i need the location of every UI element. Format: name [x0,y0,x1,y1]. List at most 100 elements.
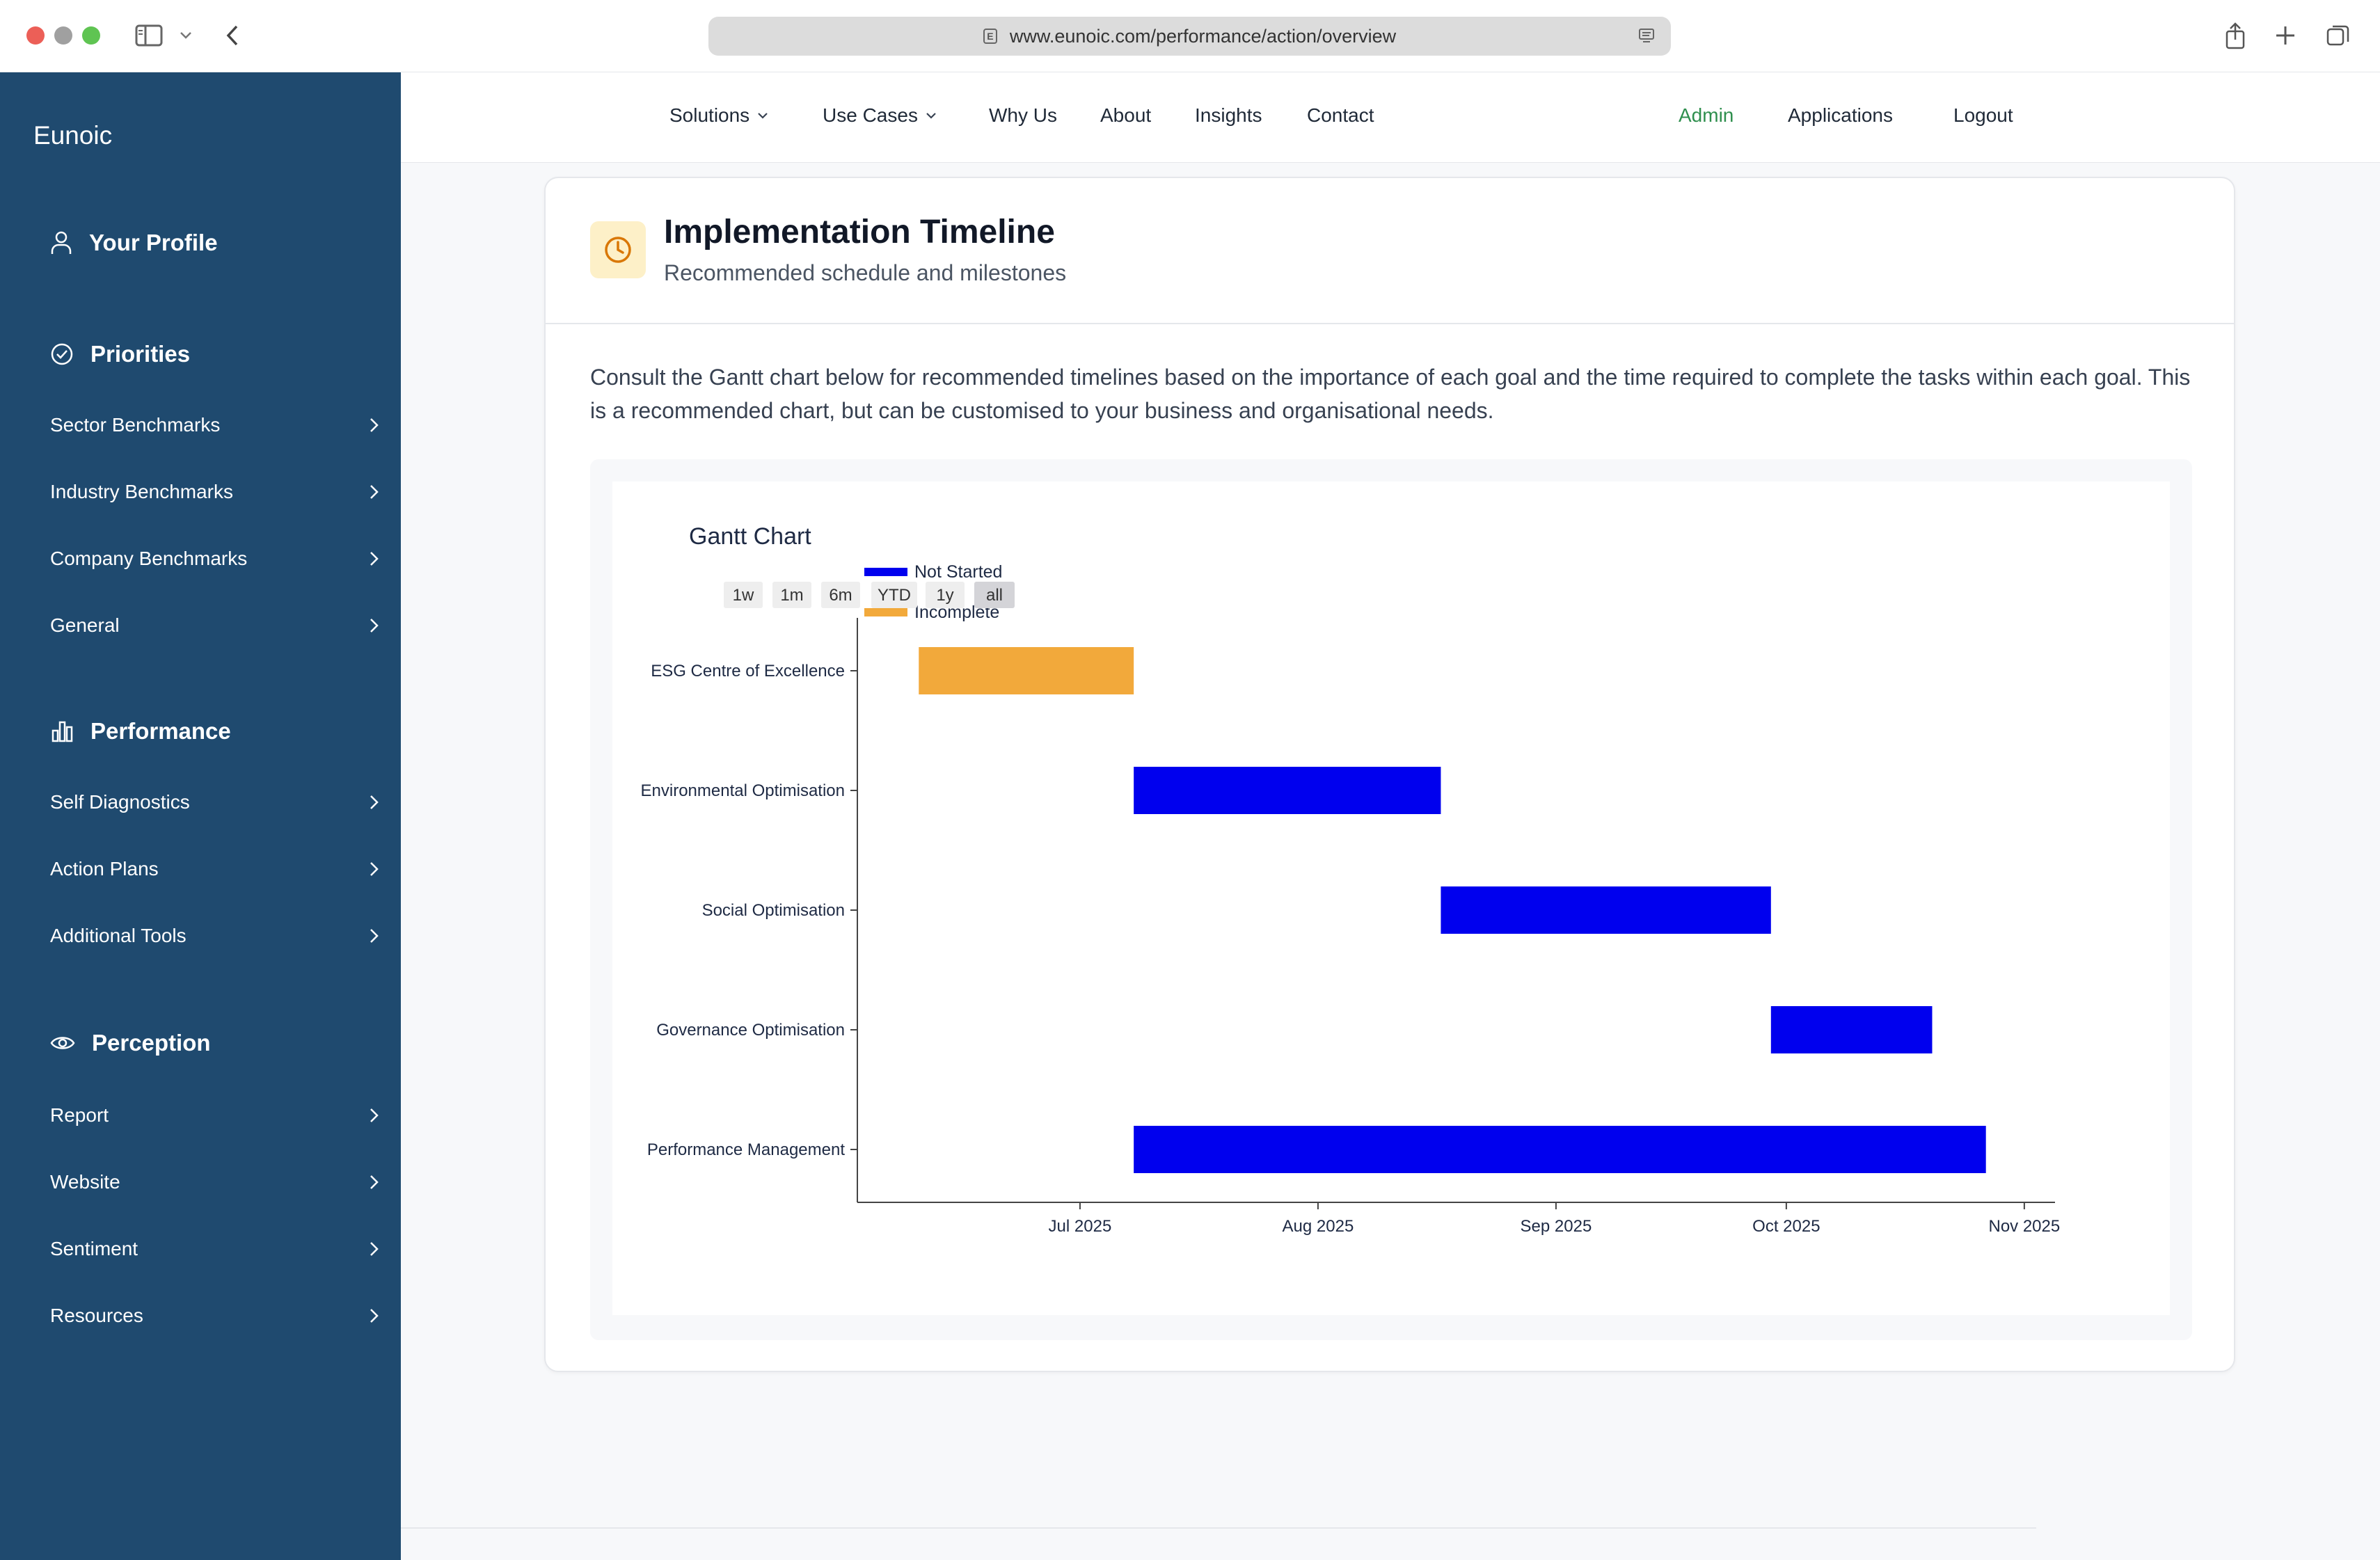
x-tick-label: Aug 2025 [1283,1217,1354,1236]
top-navigation: Solutions Use Cases Why Us About Insight… [401,72,2380,163]
implementation-timeline-card: Implementation Timeline Recommended sche… [544,177,2235,1372]
eye-icon [50,1037,75,1049]
sidebar-item-label: Action Plans [50,858,159,880]
nav-insights-link[interactable]: Insights [1195,104,1262,127]
chevron-right-icon [370,1309,379,1323]
tab-overview-icon[interactable] [2326,19,2351,51]
chevron-right-icon [370,485,379,499]
share-icon[interactable] [2224,19,2246,51]
card-header: Implementation Timeline Recommended sche… [546,178,2234,324]
maximize-window-button[interactable] [82,26,100,45]
sidebar-section-priorities[interactable]: Priorities [50,341,190,367]
x-tick-label: Oct 2025 [1752,1217,1820,1236]
address-bar[interactable]: E www.eunoic.com/performance/action/over… [708,17,1671,56]
bar-chart-icon [51,721,73,742]
gantt-chart-svg: Gantt ChartNot StartedIncomplete1w 1m 6m YT… [641,523,2061,1236]
range-button-label: 6m [829,586,852,605]
check-circle-icon [51,343,73,365]
sidebar-item-self-diagnostics[interactable]: Self Diagnostics [50,785,383,820]
close-window-button[interactable] [26,26,45,45]
chevron-down-icon[interactable] [180,19,192,51]
range-button-label: 1w [733,586,754,605]
nav-label: Solutions [669,104,750,126]
chart-title: Gantt Chart [689,523,811,550]
clock-icon [590,221,646,278]
minimize-window-button[interactable] [54,26,72,45]
range-button-label: all [986,586,1003,605]
sidebar-item-action-plans[interactable]: Action Plans [50,852,383,886]
range-button-label: 1y [936,586,953,605]
sidebar-item-label: Self Diagnostics [50,791,190,813]
sidebar-item-label: Resources [50,1305,143,1326]
chevron-right-icon [370,1108,379,1122]
gantt-bar[interactable] [1134,767,1441,814]
back-arrow-icon[interactable] [225,19,239,51]
sidebar-section-perception[interactable]: Perception [50,1030,211,1056]
sidebar: Eunoic Your Profile Priorities Sector Be… [0,72,401,1560]
y-tick-label: Governance Optimisation [656,1021,845,1040]
y-tick-label: Social Optimisation [702,901,845,920]
nav-label: Use Cases [823,104,918,126]
new-tab-plus-icon[interactable] [2274,19,2296,51]
chevron-right-icon [370,418,379,432]
nav-use-cases-dropdown[interactable]: Use Cases [823,104,937,127]
site-favicon-icon: E [983,29,997,44]
user-icon [51,231,72,254]
chevron-right-icon [370,1175,379,1189]
card-title: Implementation Timeline [664,214,1055,250]
gantt-chart: Gantt Chart Not Started Incomplete 1w 1m 6m YT… [612,481,2170,1315]
reader-mode-icon[interactable] [1637,27,1656,50]
card-subtitle: Recommended schedule and milestones [664,260,1067,285]
sidebar-item-label: Sentiment [50,1238,138,1259]
nav-applications-link[interactable]: Applications [1788,104,1893,127]
chevron-right-icon [370,862,379,876]
range-button-label: 1m [780,586,803,605]
nav-why-us-link[interactable]: Why Us [989,104,1057,127]
sidebar-item-label: Additional Tools [50,925,187,946]
gantt-bar[interactable] [1134,1126,1986,1173]
sidebar-item-additional-tools[interactable]: Additional Tools [50,918,383,953]
sidebar-item-sentiment[interactable]: Sentiment [50,1232,383,1266]
x-tick-label: Nov 2025 [1988,1217,2060,1236]
browser-toolbar: E www.eunoic.com/performance/action/over… [0,0,2380,72]
x-tick-label: Jul 2025 [1049,1217,1112,1236]
card-description: Consult the Gantt chart below for recomm… [590,365,2191,423]
sidebar-item-website[interactable]: Website [50,1165,383,1200]
legend-swatch [864,608,907,616]
chevron-down-icon [926,113,936,119]
sidebar-section-label: Priorities [90,341,191,367]
sidebar-item-report[interactable]: Report [50,1098,383,1133]
chevron-down-icon [758,113,768,119]
chevron-right-icon [370,552,379,566]
nav-logout-link[interactable]: Logout [1953,104,2013,127]
chevron-right-icon [370,1242,379,1256]
url-text: www.eunoic.com/performance/action/overvi… [1009,25,1397,47]
gantt-bar[interactable] [1770,1006,1933,1053]
sidebar-item-your-profile[interactable]: Your Profile [50,230,218,256]
sidebar-item-industry-benchmarks[interactable]: Industry Benchmarks [50,475,383,509]
gantt-bar[interactable] [1441,886,1771,934]
gantt-bar[interactable] [919,647,1134,694]
y-tick-label: Environmental Optimisation [641,781,845,800]
nav-admin-link[interactable]: Admin [1679,104,1734,127]
nav-contact-link[interactable]: Contact [1307,104,1374,127]
nav-about-link[interactable]: About [1100,104,1151,127]
legend-swatch [864,568,907,576]
chart-container: Gantt Chart Not Started Incomplete 1w 1m 6m YT… [590,459,2192,1340]
sidebar-item-general[interactable]: General [50,608,383,643]
y-tick-label: ESG Centre of Excellence [651,662,845,680]
brand-logo-text[interactable]: Eunoic [33,121,112,150]
sidebar-item-label: Report [50,1104,109,1126]
sidebar-section-performance[interactable]: Performance [50,718,231,745]
sidebar-toggle-icon[interactable] [135,19,163,51]
sidebar-item-label: Sector Benchmarks [50,414,221,436]
x-tick-label: Sep 2025 [1521,1217,1592,1236]
sidebar-item-sector-benchmarks[interactable]: Sector Benchmarks [50,408,383,443]
y-tick-label: Performance Management [647,1140,845,1159]
chevron-right-icon [370,929,379,943]
nav-solutions-dropdown[interactable]: Solutions [669,104,769,127]
chevron-right-icon [370,795,379,809]
sidebar-item-resources[interactable]: Resources [50,1298,383,1333]
range-button-label: YTD [878,586,911,605]
sidebar-item-company-benchmarks[interactable]: Company Benchmarks [50,541,383,576]
